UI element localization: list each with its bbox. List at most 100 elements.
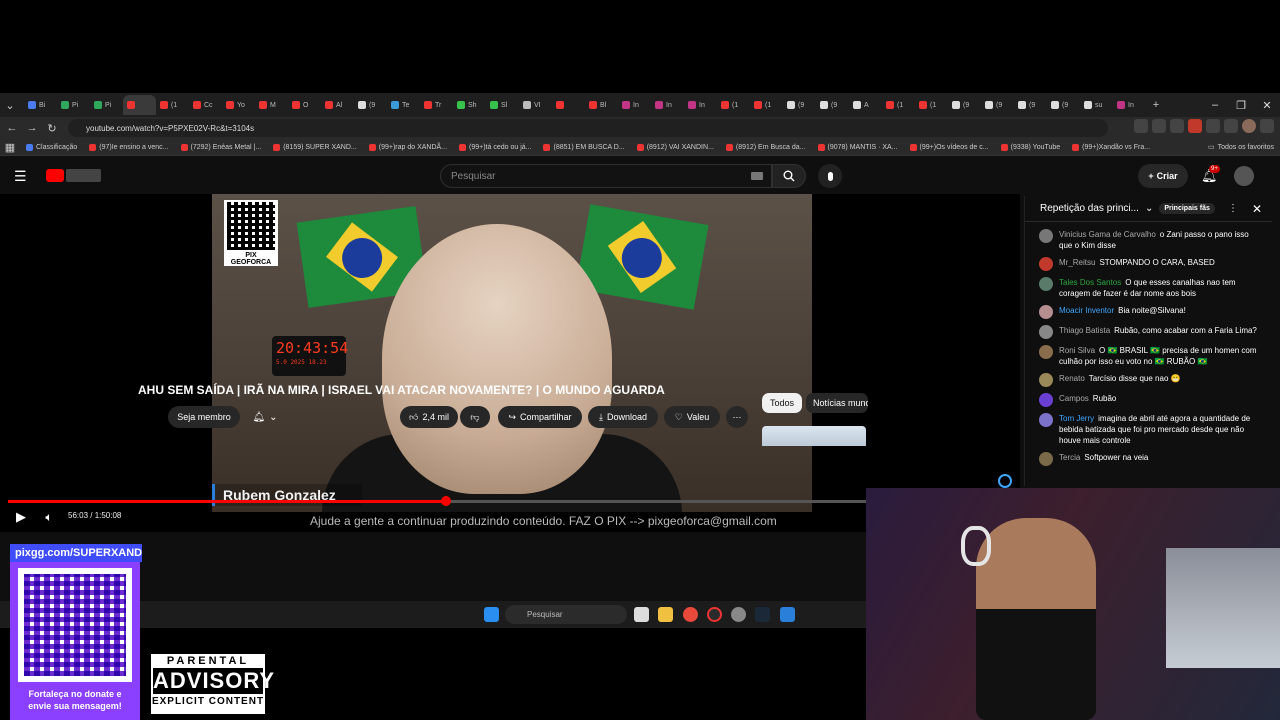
bookmark-item[interactable]: (8159) SUPER XAND... [267, 143, 363, 151]
windows-start-icon[interactable] [484, 607, 499, 622]
taskbar-search[interactable]: Pesquisar [505, 605, 627, 624]
maximize-icon[interactable]: ❐ [1228, 93, 1254, 117]
browser-tab[interactable]: Sh [453, 95, 486, 115]
chat-message[interactable]: Tercia Softpower na veia [1025, 449, 1272, 469]
chat-author[interactable]: Tales Dos Santos [1059, 278, 1121, 287]
close-chat-icon[interactable]: ✕ [1252, 202, 1262, 216]
chat-message[interactable]: Thiago Batista Rubão, como acabar com a F… [1025, 322, 1272, 342]
browser-tab[interactable]: (1 [750, 95, 783, 115]
browser-tab[interactable]: In [684, 95, 717, 115]
bookmark-item[interactable]: (9078) MANTIS · XA... [812, 143, 904, 151]
extension-icon[interactable] [1152, 119, 1166, 133]
browser-tab[interactable]: (9 [981, 95, 1014, 115]
dislike-button[interactable]: 👎︎ [460, 406, 490, 428]
chat-author[interactable]: Tom Jerry [1059, 414, 1094, 423]
browser-tab[interactable]: Yo [222, 95, 255, 115]
notification-bell-button[interactable]: 🔔︎ ⌄ [245, 406, 285, 428]
file-explorer-icon[interactable] [658, 607, 673, 622]
bookmark-star-icon[interactable] [1170, 119, 1184, 133]
chat-message[interactable]: Moacir Inventor Bia noite@Silvana! [1025, 302, 1272, 322]
url-bar[interactable]: youtube.com/watch?v=P5PXE02V-Rc&t=3104s [68, 119, 1108, 137]
browser-tab[interactable]: In [651, 95, 684, 115]
volume-icon[interactable]: 🔈︎ [40, 508, 58, 526]
extension-icon[interactable] [1188, 119, 1202, 133]
minimize-icon[interactable]: – [1202, 93, 1228, 117]
progress-scrubber[interactable] [440, 496, 451, 506]
bookmark-item[interactable]: (8851) EM BUSCA D... [537, 143, 630, 151]
browser-tab[interactable]: (9 [948, 95, 981, 115]
browser-tab[interactable]: Pi [57, 95, 90, 115]
browser-tab[interactable]: (9 [1014, 95, 1047, 115]
chat-author[interactable]: Campos [1059, 394, 1089, 403]
browser-tab[interactable]: su [1080, 95, 1113, 115]
browser-tab[interactable]: Tr [420, 95, 453, 115]
new-tab-icon[interactable]: + [1146, 95, 1166, 115]
like-button[interactable]: 👍︎ 2,4 mil [400, 406, 458, 428]
browser-tab[interactable]: (1 [882, 95, 915, 115]
chat-author[interactable]: Vinicius Gama de Carvalho [1059, 230, 1156, 239]
bookmark-item[interactable]: (99+)rap do XANDÃ... [363, 143, 453, 151]
chat-message[interactable]: Mr_Reitsu STOMPANDO O CARA, BASED [1025, 254, 1272, 274]
play-icon[interactable]: ▶ [12, 508, 30, 526]
top-fans-badge[interactable]: Principais fãs [1159, 203, 1215, 214]
chip-all[interactable]: Todos [762, 393, 802, 413]
profile-avatar[interactable] [1242, 119, 1256, 133]
bookmark-item[interactable]: Classificação [20, 143, 83, 151]
reload-icon[interactable]: ↻ [42, 118, 62, 138]
voice-search-button[interactable] [818, 164, 842, 188]
browser-tab[interactable]: (9 [783, 95, 816, 115]
bookmark-item[interactable]: (8912) VAI XANDIN... [631, 143, 720, 151]
obs-icon[interactable] [707, 607, 722, 622]
chat-message[interactable]: Tales Dos Santos O que esses canalhas nao… [1025, 274, 1272, 302]
video-frame[interactable]: 20:43:54 5.0 2025 18.23 PIX GEOFORCA Rub… [212, 194, 812, 512]
chat-message[interactable]: Renato Tarcísio disse que nao 😬 [1025, 370, 1272, 390]
all-bookmarks-folder[interactable]: ▭ Todos os favoritos [1202, 143, 1280, 152]
browser-tab[interactable]: Cc [189, 95, 222, 115]
app-icon[interactable] [780, 607, 795, 622]
apps-icon[interactable]: ▦ [0, 137, 20, 157]
back-icon[interactable]: ← [2, 118, 22, 138]
download-button[interactable]: ⤓ Download [588, 406, 658, 428]
browser-tab[interactable]: M [255, 95, 288, 115]
browser-tab[interactable]: Bl [585, 95, 618, 115]
browser-tab[interactable]: (1 [156, 95, 189, 115]
browser-tab[interactable]: A [849, 95, 882, 115]
share-button[interactable]: ↪ Compartilhar [498, 406, 582, 428]
browser-tab[interactable]: Pi [90, 95, 123, 115]
close-window-icon[interactable]: ✕ [1254, 93, 1280, 117]
settings-icon[interactable] [731, 607, 746, 622]
create-button[interactable]: + Criar [1138, 164, 1188, 188]
chat-author[interactable]: Thiago Batista [1059, 326, 1110, 335]
steam-icon[interactable] [755, 607, 770, 622]
youtube-logo-icon[interactable] [46, 169, 64, 182]
search-button[interactable] [772, 164, 806, 188]
extension-icon[interactable] [1224, 119, 1238, 133]
browser-tab[interactable]: (9 [354, 95, 387, 115]
browser-tab[interactable]: Al [321, 95, 354, 115]
bookmark-item[interactable]: (99+)Os vídeos de c... [904, 143, 995, 151]
more-actions-button[interactable]: ⋯ [726, 406, 748, 428]
chip-news[interactable]: Notícias mundiais [806, 393, 868, 413]
chat-more-icon[interactable]: ⋮ [1228, 203, 1238, 214]
browser-tab[interactable]: O [288, 95, 321, 115]
bookmark-item[interactable]: (99+)Xandão vs Fra... [1066, 143, 1156, 151]
browser-tab[interactable]: In [1113, 95, 1146, 115]
chat-message[interactable]: Roni Silva O 🇧🇷 BRASIL 🇧🇷 precisa de um h… [1025, 342, 1272, 370]
chrome-icon[interactable] [683, 607, 698, 622]
bookmark-item[interactable]: (9338) YouTube [995, 143, 1067, 151]
browser-tab[interactable]: (1 [915, 95, 948, 115]
keyboard-icon[interactable] [751, 172, 763, 180]
menu-icon[interactable] [1260, 119, 1274, 133]
browser-tab[interactable]: VI [519, 95, 552, 115]
bookmark-item[interactable]: (97)Ie ensino a venc... [83, 143, 174, 151]
chat-author[interactable]: Moacir Inventor [1059, 306, 1114, 315]
thanks-button[interactable]: ♡ Valeu [664, 406, 720, 428]
join-button[interactable]: Seja membro [168, 406, 240, 428]
account-avatar[interactable] [1234, 166, 1254, 186]
browser-tab[interactable]: Te [387, 95, 420, 115]
browser-tab[interactable] [123, 95, 156, 115]
chat-author[interactable]: Mr_Reitsu [1059, 258, 1095, 267]
browser-tab[interactable]: Sl [486, 95, 519, 115]
bookmark-item[interactable]: (99+)tá cedo ou já... [453, 143, 537, 151]
forward-icon[interactable]: → [22, 118, 42, 138]
